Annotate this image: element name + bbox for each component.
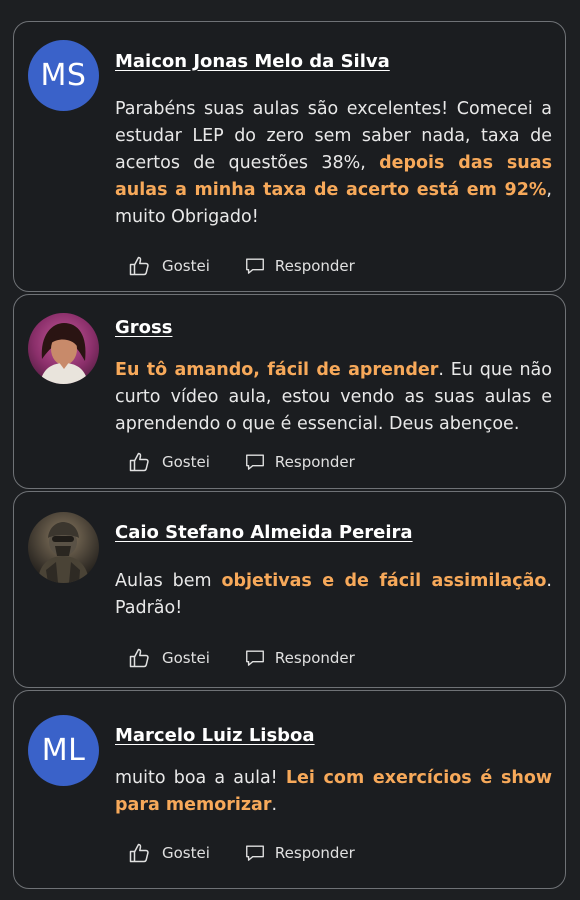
woman-portrait-photo — [28, 313, 99, 384]
avatar — [28, 313, 99, 384]
thumbs-up-icon — [128, 254, 152, 278]
comment-text: Parabéns suas aulas são excelentes! Come… — [115, 99, 552, 227]
avatar: MS — [28, 40, 99, 111]
reply-button[interactable]: Responder — [244, 451, 355, 473]
reply-button[interactable]: Responder — [244, 647, 355, 669]
speech-bubble-icon — [244, 647, 266, 669]
comment-text: Eu tô amando, fácil de aprender. Eu que … — [115, 360, 552, 434]
comment-card: Gross Eu tô amando, fácil de aprender. E… — [13, 294, 566, 489]
commenter-name[interactable]: Caio Stefano Almeida Pereira — [115, 522, 413, 543]
comment-highlight: objetivas e de fácil assimilação — [221, 571, 547, 591]
like-label: Gostei — [162, 649, 210, 667]
comment-text: muito boa a aula! Lei com exercícios é s… — [115, 768, 553, 815]
like-label: Gostei — [162, 453, 210, 471]
comment-card: Caio Stefano Almeida Pereira Aulas bem o… — [13, 491, 566, 688]
comment-actions: Gostei Responder — [128, 450, 355, 474]
like-button[interactable]: Gostei — [128, 254, 210, 278]
comment-card: ML Marcelo Luiz Lisboa muito boa a aula!… — [13, 690, 566, 889]
like-button[interactable]: Gostei — [128, 450, 210, 474]
comment-card: MS Maicon Jonas Melo da Silva Parabéns s… — [13, 21, 566, 292]
speech-bubble-icon — [244, 255, 266, 277]
comment-actions: Gostei Responder — [128, 841, 355, 865]
thumbs-up-icon — [128, 841, 152, 865]
reply-label: Responder — [274, 649, 355, 667]
comment-text: Aulas bem objetivas e de fácil assimilaç… — [115, 571, 552, 618]
comment-actions: Gostei Responder — [128, 646, 355, 670]
reply-label: Responder — [274, 844, 355, 862]
speech-bubble-icon — [244, 842, 266, 864]
like-label: Gostei — [162, 257, 210, 275]
avatar — [28, 512, 99, 583]
reply-button[interactable]: Responder — [244, 842, 355, 864]
commenter-name[interactable]: Gross — [115, 317, 172, 338]
like-button[interactable]: Gostei — [128, 646, 210, 670]
reply-label: Responder — [274, 453, 355, 471]
thumbs-up-icon — [128, 646, 152, 670]
speech-bubble-icon — [244, 451, 266, 473]
avatar: ML — [28, 715, 99, 786]
like-label: Gostei — [162, 844, 210, 862]
reply-button[interactable]: Responder — [244, 255, 355, 277]
soldier-portrait-photo — [28, 512, 99, 583]
comment-highlight: Eu tô amando, fácil de aprender — [115, 360, 439, 380]
thumbs-up-icon — [128, 450, 152, 474]
commenter-name[interactable]: Marcelo Luiz Lisboa — [115, 725, 315, 746]
like-button[interactable]: Gostei — [128, 841, 210, 865]
reply-label: Responder — [274, 257, 355, 275]
comment-actions: Gostei Responder — [128, 254, 355, 278]
commenter-name[interactable]: Maicon Jonas Melo da Silva — [115, 51, 390, 72]
